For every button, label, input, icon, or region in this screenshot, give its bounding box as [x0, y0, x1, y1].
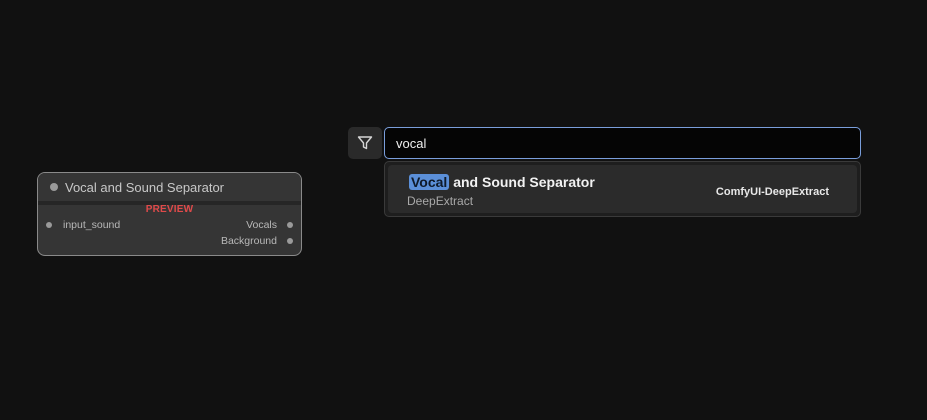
node-title: Vocal and Sound Separator	[65, 180, 225, 195]
node-header: Vocal and Sound Separator	[38, 173, 301, 201]
filter-button[interactable]	[348, 127, 382, 159]
input-slot-dot	[46, 222, 52, 228]
output-slot-dot-vocals	[287, 222, 293, 228]
output-slot-label-vocals: Vocals	[246, 219, 277, 231]
output-slot-dot-background	[287, 238, 293, 244]
search-result-item[interactable]: Vocal and Sound Separator DeepExtract Co…	[388, 165, 857, 213]
node-collapse-dot	[50, 183, 58, 191]
graph-canvas[interactable]: Vocal and Sound Separator PREVIEW input_…	[0, 0, 927, 420]
search-results-list: Vocal and Sound Separator DeepExtract Co…	[384, 161, 861, 217]
result-title-rest: and Sound Separator	[449, 174, 595, 190]
node-search-input[interactable]	[384, 127, 861, 159]
result-title-match: Vocal	[409, 174, 450, 190]
result-title: Vocal and Sound Separator	[409, 174, 595, 190]
preview-badge: PREVIEW	[145, 204, 194, 215]
input-slot-label: input_sound	[63, 219, 121, 231]
output-slot-label-background: Background	[220, 235, 277, 247]
node-preview: Vocal and Sound Separator PREVIEW input_…	[37, 172, 302, 256]
result-source-badge: ComfyUI-DeepExtract	[715, 186, 829, 198]
filter-icon	[357, 136, 373, 150]
result-category: DeepExtract	[407, 194, 474, 208]
